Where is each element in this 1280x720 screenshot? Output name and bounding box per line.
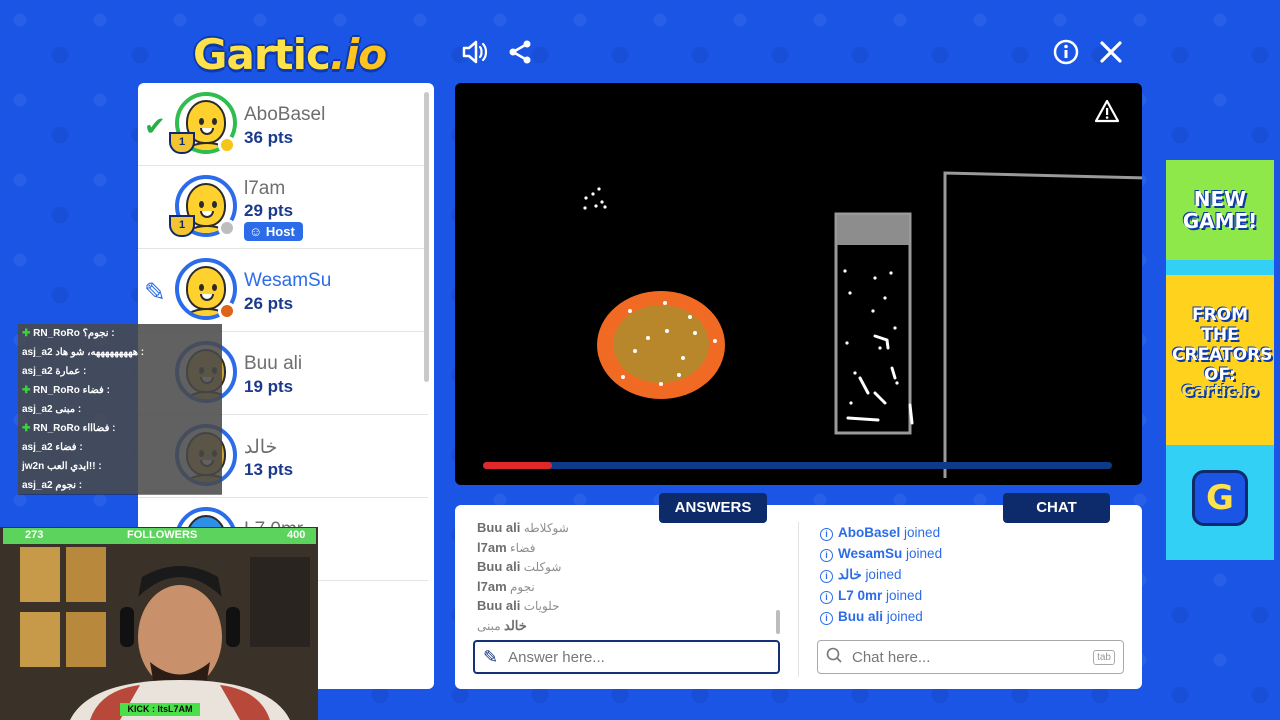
stream-chat-line: asj_a2 فضاء : <box>18 438 222 457</box>
panel-divider <box>798 522 799 677</box>
host-badge: ☺ Host <box>244 222 303 241</box>
info-icon: i <box>820 570 833 583</box>
ad-subline: FROM THE CREATORS OF: <box>1172 305 1273 385</box>
followers-bar: 273 FOLLOWERS 400 <box>3 528 316 544</box>
status-dot <box>218 136 236 154</box>
gartic-logo: Gartic.io <box>193 30 387 79</box>
answers-scrollbar[interactable] <box>776 610 780 634</box>
tab-answers[interactable]: ANSWERS <box>659 493 767 523</box>
webcam-overlay <box>0 527 318 720</box>
stream-chat-line: ✚ RN_RoRo نجوم؟ : <box>18 324 222 343</box>
logo-suffix: .io <box>329 30 387 79</box>
check-icon: ✔ <box>144 111 166 141</box>
ad-banner[interactable]: NEW GAME! FROM THE CREATORS OF: Gartic.i… <box>1166 160 1274 560</box>
answer-item: Buu ali حلويات <box>477 598 560 613</box>
answers-list: Buu ali شوكلاطه l7am فضاء Buu ali شوكلت … <box>477 520 777 635</box>
status-dot <box>218 219 236 237</box>
share-icon[interactable] <box>503 35 537 69</box>
player-name: WesamSu <box>244 270 332 291</box>
player-name: خالد <box>244 437 278 458</box>
info-icon: i <box>820 528 833 541</box>
stream-chat-line: ✚ RN_RoRo فضاء : <box>18 381 222 400</box>
ad-headline: NEW GAME! <box>1182 187 1258 233</box>
stream-chat-line: ✚ RN_RoRo فضاااء : <box>18 419 222 438</box>
answer-item: l7am فضاء <box>477 539 536 555</box>
drawing-canvas[interactable] <box>455 83 1142 485</box>
player-name: Buu ali <box>244 353 303 374</box>
kick-label: KICK : ItsL7AM <box>120 703 200 716</box>
player-name: AboBasel <box>244 104 326 125</box>
info-icon[interactable] <box>1049 35 1083 69</box>
crown-icon: ☺ <box>249 224 266 239</box>
player-points: 29 pts <box>244 201 294 220</box>
tab-chat[interactable]: CHAT <box>1003 493 1110 523</box>
stream-chat-line: asj_a2 عمارة : <box>18 362 222 381</box>
chat-line: i خالد joined <box>820 567 1120 588</box>
webcam-image <box>0 527 318 720</box>
player-row[interactable]: 1 l7am 29 pts ☺ Host <box>138 166 428 249</box>
info-icon: i <box>820 549 833 562</box>
player-points: 26 pts <box>244 294 294 313</box>
search-icon <box>826 647 842 667</box>
answer-item: Buu ali شوكلاطه <box>477 520 569 535</box>
stream-chat-line: asj_a2 هههههههههه، شو هاد : <box>18 343 222 362</box>
info-icon: i <box>820 612 833 625</box>
pencil-icon: ✎ <box>483 646 499 667</box>
chat-line: i WesamSu joined <box>820 546 1120 567</box>
chat-placeholder: Chat here... <box>852 648 931 666</box>
player-list-scrollbar[interactable] <box>424 92 429 382</box>
stream-chat-overlay: ✚ RN_RoRo نجوم؟ : asj_a2 هههههههههه، شو … <box>18 324 222 495</box>
status-dot <box>218 302 236 320</box>
tab-key-hint: tab <box>1093 649 1115 665</box>
stream-chat-line: jw2n ايدي العب!! : <box>18 457 222 476</box>
answer-placeholder: Answer here... <box>508 648 605 666</box>
player-row[interactable]: ✎ WesamSu 26 pts <box>138 249 428 332</box>
stream-chat-line: asj_a2 مبنى : <box>18 400 222 419</box>
ad-app-icon: G <box>1192 470 1248 526</box>
follower-count: 273 <box>25 529 44 541</box>
report-warning-icon[interactable] <box>1092 97 1122 125</box>
stream-chat-line: asj_a2 نجوم : <box>18 476 222 495</box>
player-points: 19 pts <box>244 377 294 396</box>
logo-main: Gartic <box>193 30 331 79</box>
info-icon: i <box>820 591 833 604</box>
player-points: 13 pts <box>244 460 294 479</box>
answer-input[interactable]: ✎ Answer here... <box>473 640 780 674</box>
chat-line: i AboBasel joined <box>820 525 1120 546</box>
sound-icon[interactable] <box>458 35 492 69</box>
chat-log: i AboBasel joined i WesamSu joined i خالد j… <box>820 525 1120 630</box>
drawing <box>583 171 1142 478</box>
ad-brand: Gartic.io <box>1181 381 1259 400</box>
followers-label: FOLLOWERS <box>127 529 198 541</box>
player-row[interactable]: ✔ 1 AboBasel 36 pts <box>138 83 428 166</box>
trophy-icon: 1 <box>169 215 195 237</box>
trophy-icon: 1 <box>169 132 195 154</box>
host-label: Host <box>265 224 295 239</box>
answer-item: l7am نجوم <box>477 578 535 594</box>
round-timer-fill <box>483 462 553 469</box>
follower-goal: 400 <box>287 529 306 541</box>
round-timer-bar <box>483 462 1112 469</box>
player-points: 36 pts <box>244 128 294 147</box>
answer-item: خالد مبنى <box>477 617 527 633</box>
chat-line: i Buu ali joined <box>820 609 1120 630</box>
player-name: l7am <box>244 178 286 199</box>
chat-line: i L7 0mr joined <box>820 588 1120 609</box>
pencil-icon: ✎ <box>144 277 166 307</box>
answer-item: Buu ali شوكلت <box>477 559 562 574</box>
close-icon[interactable] <box>1094 35 1128 69</box>
chat-input[interactable]: Chat here... tab <box>817 640 1124 674</box>
